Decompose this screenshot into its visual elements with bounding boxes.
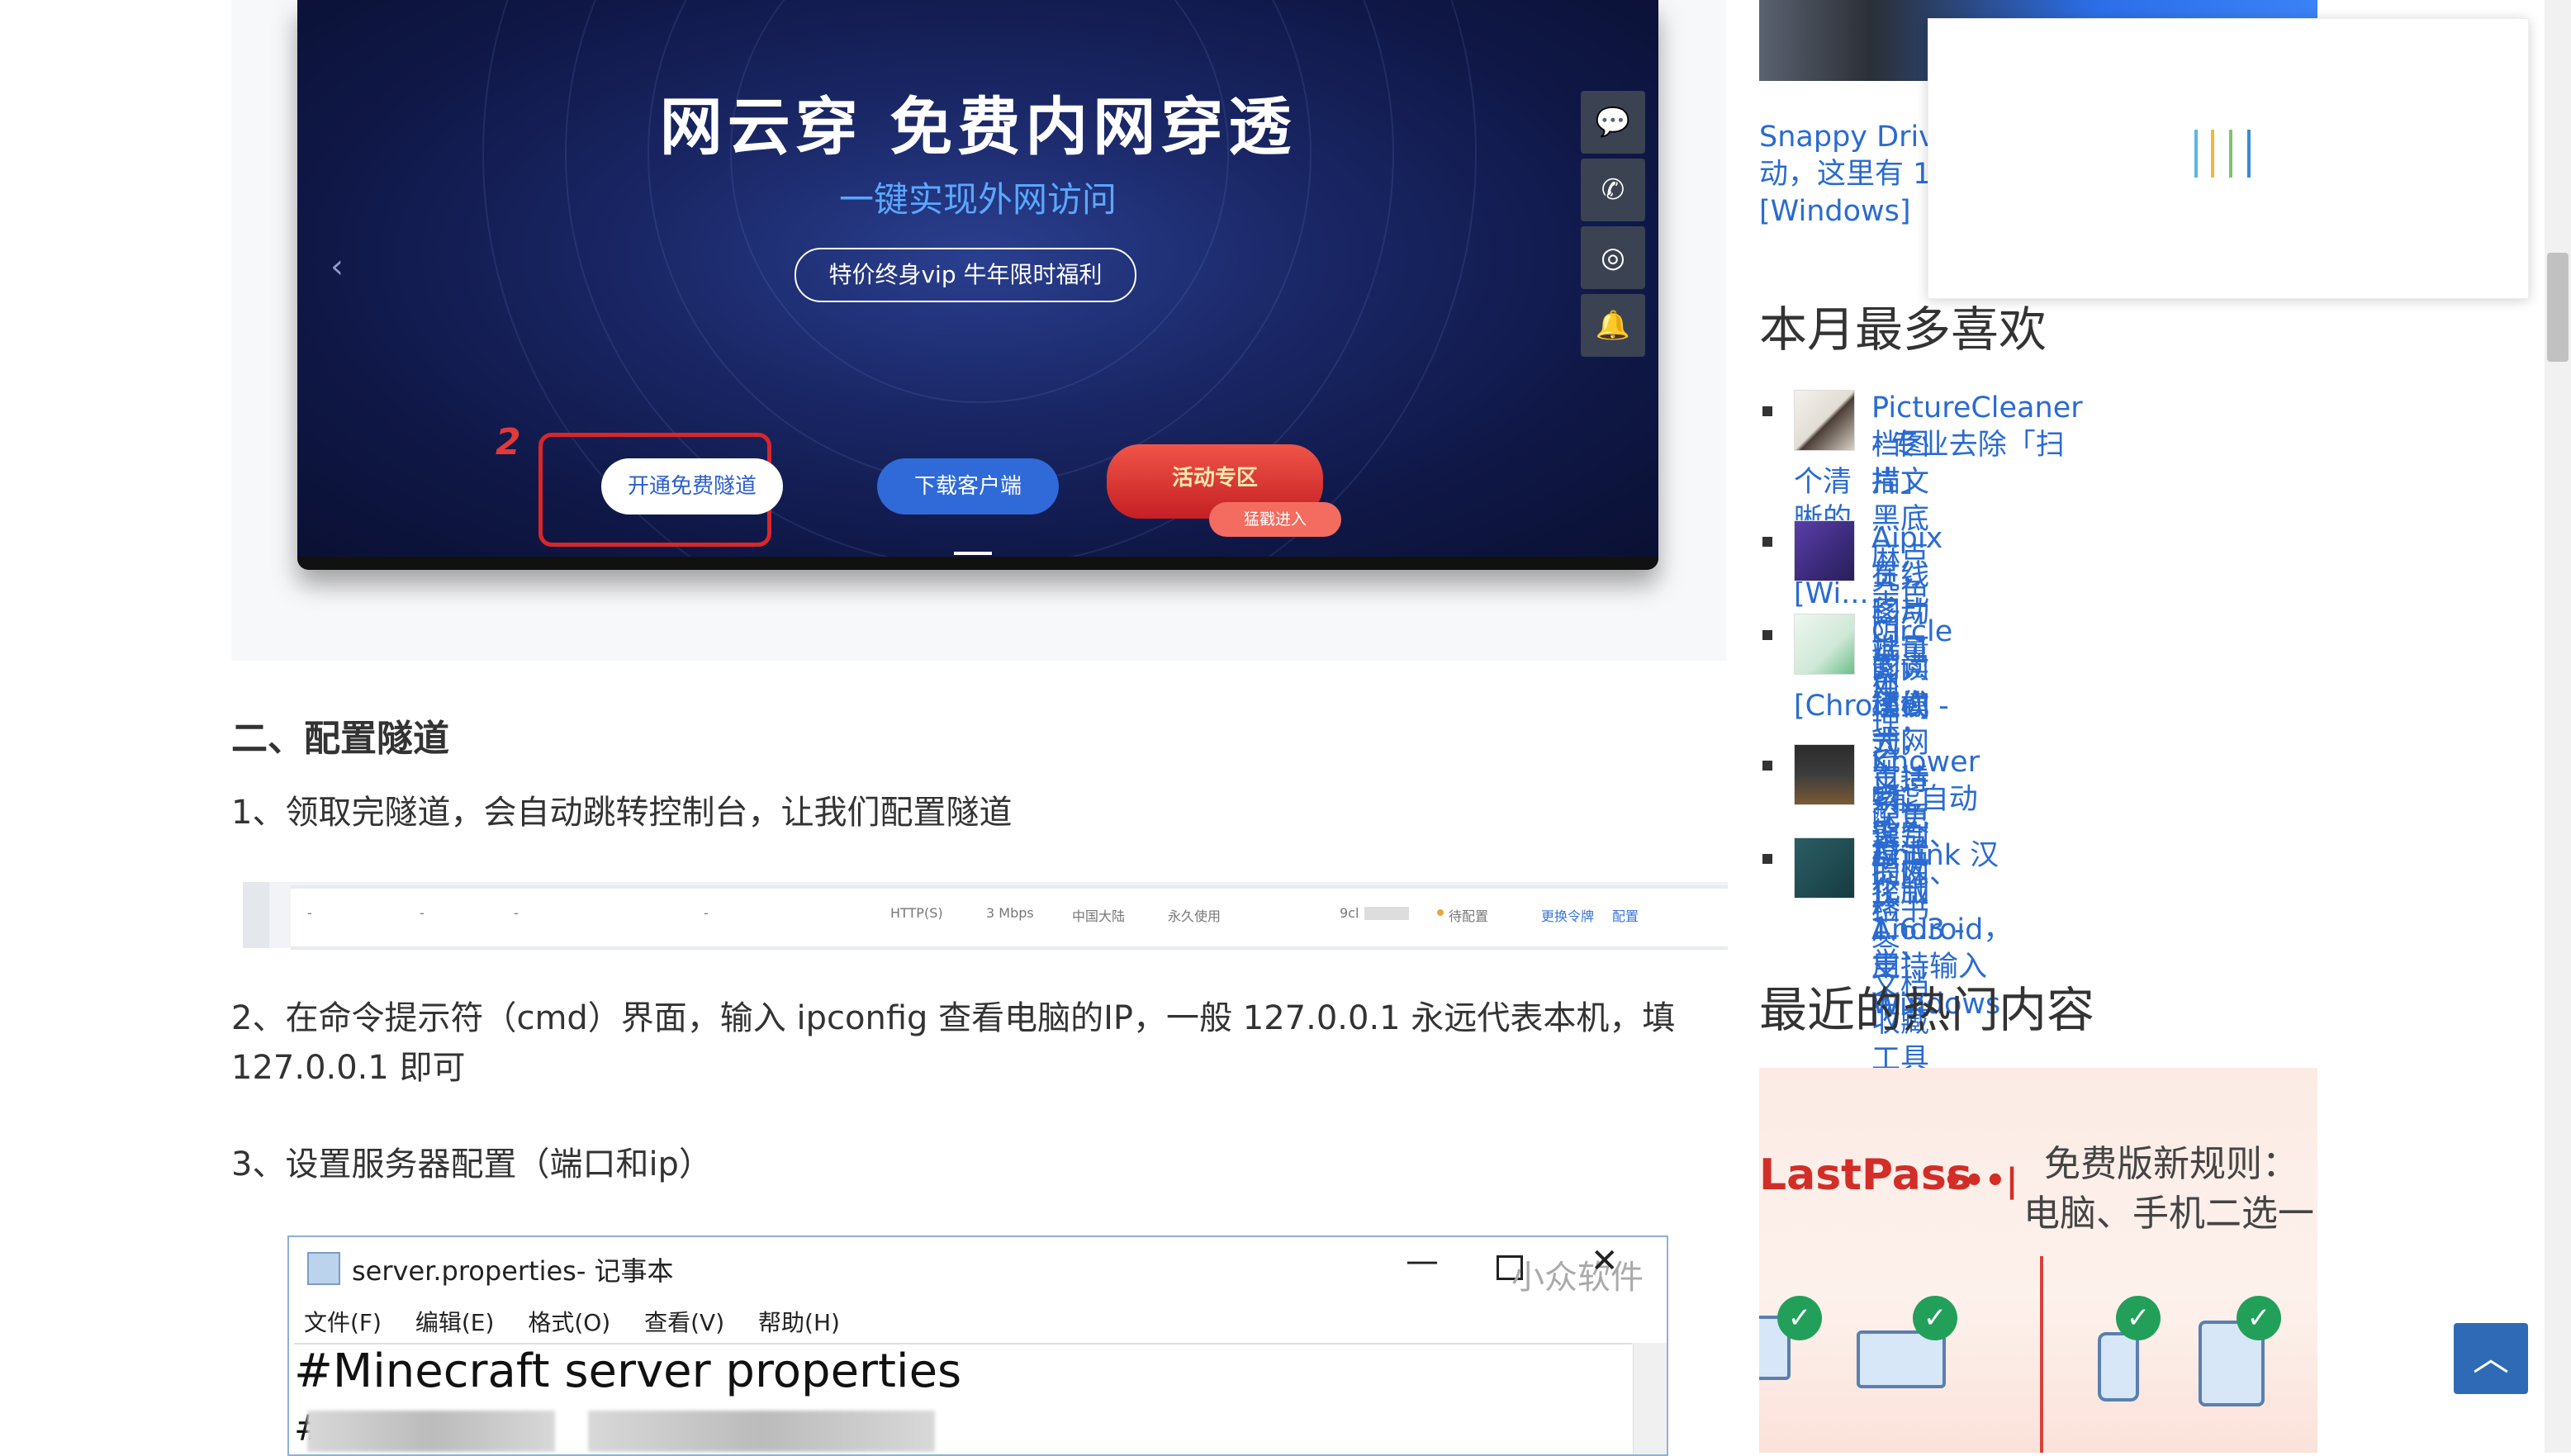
check-icon: ✓ bbox=[2237, 1296, 2281, 1340]
cell-dot: - bbox=[514, 905, 519, 921]
tunnel-protocol: HTTP(S) bbox=[890, 905, 943, 921]
tunnel-bandwidth: 3 Mbps bbox=[986, 905, 1034, 921]
notepad-scrollbar bbox=[1633, 1343, 1667, 1454]
step-number: 2 bbox=[496, 421, 521, 463]
check-icon: ✓ bbox=[2116, 1296, 2161, 1340]
menu-file: 文件(F) bbox=[304, 1309, 382, 1336]
tunnel-row: - - - - HTTP(S) 3 Mbps 中国大陆 永久使用 9cl 待配置… bbox=[291, 885, 1728, 950]
check-icon: ✓ bbox=[1913, 1296, 1957, 1340]
carousel-prev-icon[interactable]: ‹ bbox=[330, 248, 344, 286]
blurred-text bbox=[307, 1411, 555, 1452]
activity-enter-button: 猛戳进入 bbox=[1209, 502, 1341, 537]
watermark: 小众软件 bbox=[1511, 1259, 1644, 1297]
download-client-button: 下载客户端 bbox=[877, 458, 1059, 515]
hero-bottom-bar bbox=[297, 552, 1658, 570]
notepad-line-1: #Minecraft server properties bbox=[294, 1345, 962, 1398]
notepad-file-icon bbox=[307, 1252, 340, 1285]
change-token-link: 更换令牌 bbox=[1541, 908, 1595, 924]
hero-banner-image: ‹ 网云穿 免费内网穿透 一键实现外网访问 特价终身vip 牛年限时福利 💬 ✆… bbox=[297, 0, 1658, 570]
promo-pill: 特价终身vip 牛年限时福利 bbox=[795, 248, 1136, 302]
tunnel-duration: 永久使用 bbox=[1168, 908, 1221, 924]
chevron-up-icon: ︿ bbox=[2473, 1337, 2509, 1379]
bullet bbox=[1762, 854, 1772, 864]
minimize-icon: — bbox=[1406, 1242, 1439, 1280]
wechat-icon: ◎ bbox=[1581, 226, 1645, 289]
phone-icon: ✆ bbox=[1581, 159, 1645, 221]
lastpass-logo-text: LastPass bbox=[1759, 1150, 1972, 1200]
step-2-text-line1: 2、在命令提示符（cmd）界面，输入 ipconfig 查看电脑的IP，一般 1… bbox=[231, 999, 1676, 1037]
loading-bar bbox=[2229, 130, 2232, 178]
open-free-tunnel-button: 开通免费隧道 bbox=[601, 458, 783, 515]
cell-dot: - bbox=[704, 905, 709, 921]
item-thumbnail bbox=[1794, 837, 1855, 899]
cell-dot: - bbox=[420, 905, 425, 921]
notepad-title: server.properties- 记事本 bbox=[352, 1255, 674, 1287]
divider bbox=[2040, 1256, 2043, 1453]
section-heading: 二、配置隧道 bbox=[231, 718, 449, 760]
status-dot bbox=[1437, 909, 1444, 916]
notepad-screenshot: server.properties- 记事本 — 小众软件 ✕ 文件(F) 编辑… bbox=[287, 1235, 1668, 1456]
step-1-text: 1、领取完隧道，会自动跳转控制台，让我们配置隧道 bbox=[231, 794, 1013, 832]
notepad-body: #Minecraft server properties # bbox=[294, 1343, 1632, 1454]
hot-content-image[interactable]: LastPass •••| 免费版新规则： 电脑、手机二选一 ✓ ✓ ✓ ✓ bbox=[1759, 1068, 2317, 1453]
blurred-id bbox=[1364, 907, 1409, 920]
blurred-text bbox=[588, 1411, 935, 1452]
close-icon: ✕ bbox=[1591, 1242, 1619, 1280]
tunnel-region: 中国大陆 bbox=[1072, 908, 1126, 924]
loading-bar bbox=[2211, 130, 2214, 178]
hero-title: 网云穿 免费内网穿透 bbox=[659, 90, 1297, 164]
scrollbar-thumb[interactable] bbox=[2547, 253, 2569, 362]
step-3-text: 3、设置服务器配置（端口和ip） bbox=[231, 1145, 712, 1183]
bullet bbox=[1762, 630, 1772, 640]
tunnel-screenshot-edge bbox=[243, 882, 269, 948]
item-title-line: [Chrome] bbox=[1794, 690, 1930, 723]
menu-help: 帮助(H) bbox=[758, 1309, 840, 1336]
hot-caption-line1: 免费版新规则： bbox=[2044, 1143, 2298, 1185]
page-scrollbar[interactable] bbox=[2545, 0, 2571, 1453]
cell-dot: - bbox=[307, 905, 312, 921]
menu-view: 查看(V) bbox=[644, 1309, 725, 1336]
chat-icon: 💬 bbox=[1581, 91, 1645, 154]
menu-format: 格式(O) bbox=[528, 1309, 611, 1336]
month-favorites-heading: 本月最多喜欢 bbox=[1759, 301, 2047, 358]
lastpass-logo-dots: •••| bbox=[1942, 1162, 2018, 1200]
loading-bar bbox=[2194, 130, 2198, 178]
tunnel-status: 待配置 bbox=[1449, 908, 1489, 924]
hot-caption-line2: 电脑、手机二选一 bbox=[2023, 1193, 2314, 1235]
check-icon: ✓ bbox=[1777, 1296, 1822, 1340]
item-thumbnail bbox=[1794, 520, 1855, 581]
config-link: 配置 bbox=[1612, 908, 1639, 924]
phone-icon bbox=[2098, 1332, 2139, 1401]
tunnel-id: 9cl bbox=[1340, 905, 1359, 921]
loading-popup bbox=[1928, 18, 2529, 299]
bell-icon: 🔔 bbox=[1581, 294, 1645, 357]
bullet bbox=[1762, 537, 1772, 547]
hero-side-toolbar: 💬 ✆ ◎ 🔔 bbox=[1581, 91, 1647, 362]
bullet bbox=[1762, 406, 1772, 416]
item-thumbnail bbox=[1794, 390, 1855, 451]
menu-edit: 编辑(E) bbox=[415, 1309, 495, 1336]
bullet bbox=[1762, 761, 1772, 771]
item-thumbnail bbox=[1794, 614, 1855, 675]
step-2-text-line2: 127.0.0.1 即可 bbox=[231, 1049, 466, 1087]
item-thumbnail bbox=[1794, 744, 1855, 805]
loading-bar bbox=[2247, 130, 2251, 178]
hero-subtitle: 一键实现外网访问 bbox=[838, 179, 1117, 220]
notepad-menu: 文件(F) 编辑(E) 格式(O) 查看(V) 帮助(H) bbox=[304, 1305, 866, 1338]
hot-content-heading: 最近的热门内容 bbox=[1759, 982, 2095, 1038]
back-to-top-button[interactable]: ︿ bbox=[2454, 1323, 2528, 1394]
